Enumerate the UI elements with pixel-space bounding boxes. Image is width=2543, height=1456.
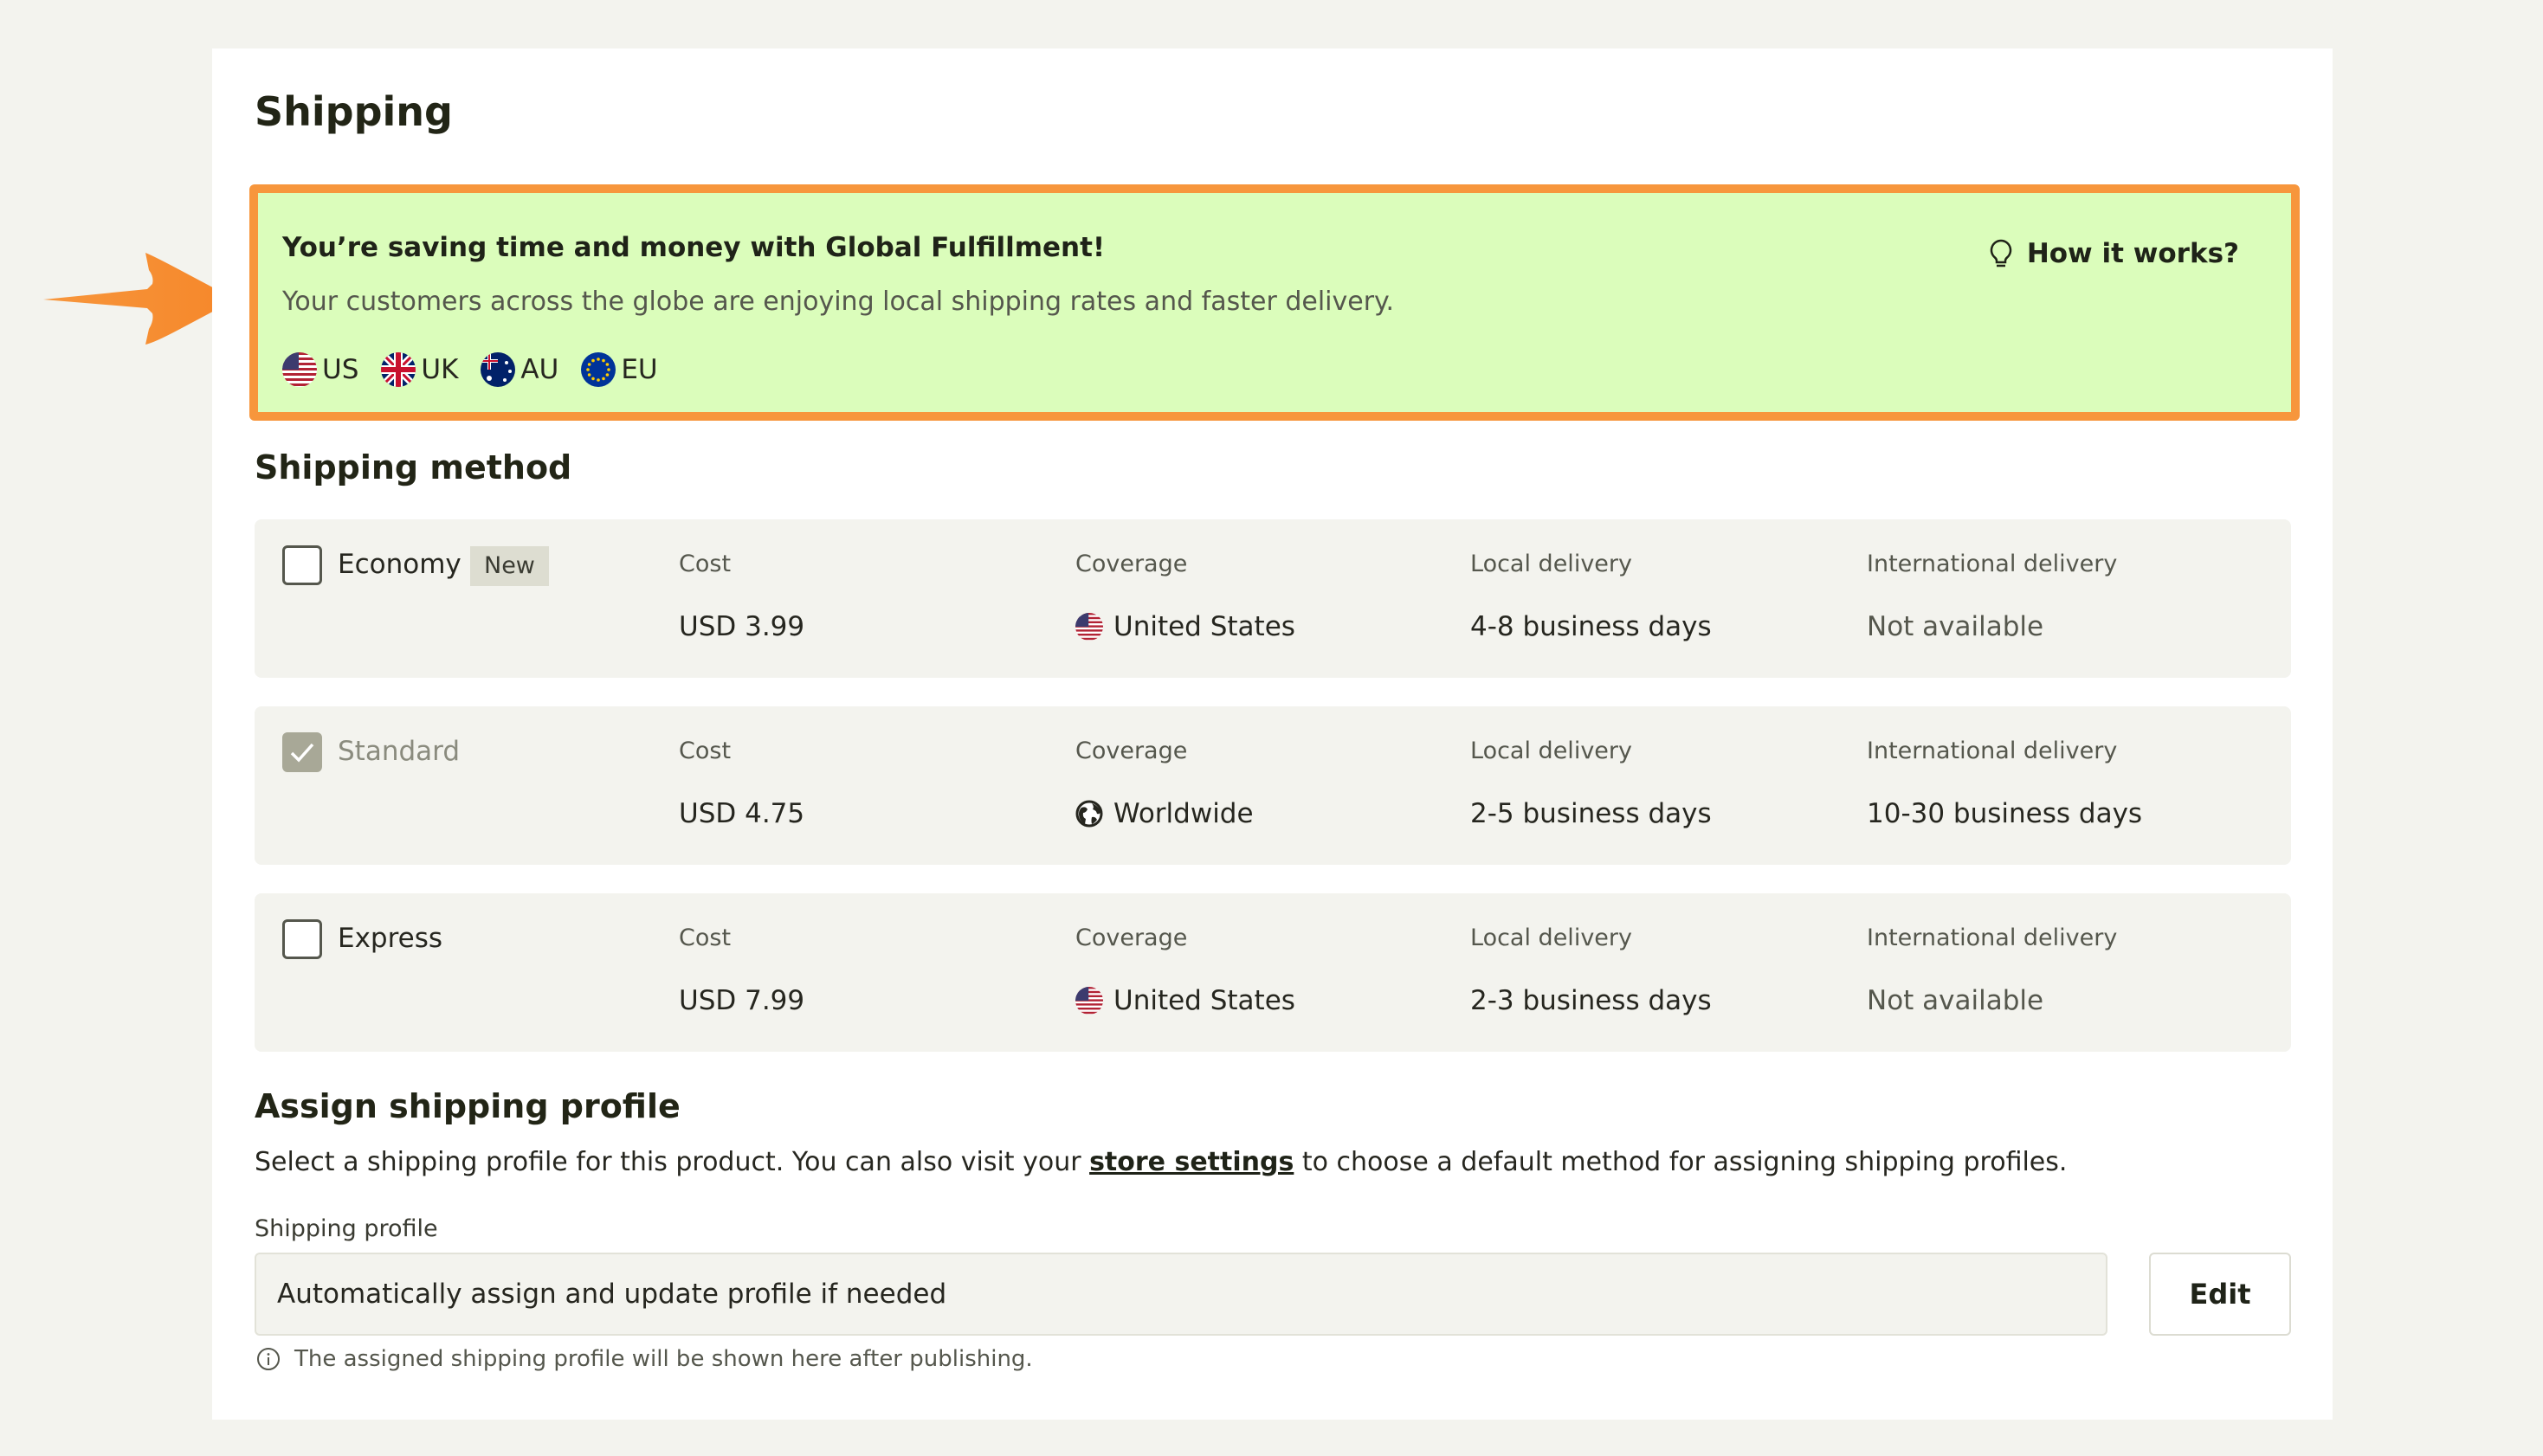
method-name: Standard bbox=[338, 736, 461, 767]
checkmark-icon bbox=[290, 743, 314, 763]
region-us: US bbox=[282, 352, 358, 387]
uk-flag-icon bbox=[381, 352, 416, 387]
shipping-profile-value: Automatically assign and update profile … bbox=[277, 1279, 947, 1310]
region-label: AU bbox=[520, 354, 559, 385]
new-badge: New bbox=[470, 546, 549, 586]
coverage-value: United States bbox=[1075, 985, 1295, 1016]
coverage-value: Worldwide bbox=[1075, 798, 1254, 829]
coverage-label: Coverage bbox=[1075, 738, 1188, 764]
globe-icon bbox=[1075, 800, 1103, 828]
local-delivery-value: 2-3 business days bbox=[1470, 985, 1712, 1016]
how-it-works-link[interactable]: How it works? bbox=[1987, 238, 2239, 269]
international-delivery-value: Not available bbox=[1867, 985, 2044, 1016]
lightbulb-icon bbox=[1990, 239, 2012, 267]
shipping-method-title: Shipping method bbox=[255, 448, 572, 486]
page-title: Shipping bbox=[255, 88, 453, 135]
banner-description: Your customers across the globe are enjo… bbox=[282, 287, 1395, 317]
method-name: Express bbox=[338, 923, 443, 954]
method-row-economy[interactable]: Economy New Cost Coverage Local delivery… bbox=[255, 519, 2291, 678]
banner-title: You’re saving time and money with Global… bbox=[282, 232, 1106, 263]
cost-value: USD 7.99 bbox=[679, 985, 805, 1016]
coverage-text: Worldwide bbox=[1113, 798, 1254, 829]
region-label: UK bbox=[421, 354, 459, 385]
coverage-text: United States bbox=[1113, 611, 1295, 642]
coverage-text: United States bbox=[1113, 985, 1295, 1016]
us-flag-icon bbox=[1075, 987, 1103, 1015]
assign-profile-title: Assign shipping profile bbox=[255, 1087, 681, 1125]
eu-flag-icon bbox=[581, 352, 616, 387]
edit-button[interactable]: Edit bbox=[2149, 1253, 2291, 1336]
local-delivery-label: Local delivery bbox=[1470, 738, 1632, 764]
shipping-profile-select[interactable]: Automatically assign and update profile … bbox=[255, 1253, 2107, 1336]
coverage-value: United States bbox=[1075, 611, 1295, 642]
region-eu: EU bbox=[581, 352, 658, 387]
info-icon bbox=[257, 1348, 280, 1370]
international-delivery-label: International delivery bbox=[1867, 924, 2118, 951]
region-label: US bbox=[322, 354, 359, 385]
local-delivery-label: Local delivery bbox=[1470, 551, 1632, 577]
region-uk: UK bbox=[381, 352, 458, 387]
cost-label: Cost bbox=[679, 924, 732, 951]
standard-checkbox[interactable] bbox=[282, 732, 322, 772]
international-delivery-label: International delivery bbox=[1867, 551, 2118, 577]
cost-value: USD 4.75 bbox=[679, 798, 805, 829]
international-delivery-value: Not available bbox=[1867, 611, 2044, 642]
economy-checkbox[interactable] bbox=[282, 545, 322, 585]
cost-label: Cost bbox=[679, 551, 732, 577]
shipping-profile-label: Shipping profile bbox=[255, 1215, 438, 1242]
global-fulfillment-banner: You’re saving time and money with Global… bbox=[249, 184, 2300, 421]
profile-desc-before: Select a shipping profile for this produ… bbox=[255, 1147, 1090, 1177]
profile-help-text: The assigned shipping profile will be sh… bbox=[256, 1346, 1033, 1372]
international-delivery-value: 10-30 business days bbox=[1867, 798, 2143, 829]
us-flag-icon bbox=[282, 352, 317, 387]
callout-arrow bbox=[43, 253, 236, 345]
store-settings-link[interactable]: store settings bbox=[1089, 1147, 1294, 1177]
coverage-label: Coverage bbox=[1075, 551, 1188, 577]
au-flag-icon bbox=[481, 352, 516, 387]
region-au: AU bbox=[481, 352, 558, 387]
how-it-works-label: How it works? bbox=[2026, 238, 2239, 269]
local-delivery-label: Local delivery bbox=[1470, 924, 1632, 951]
profile-description: Select a shipping profile for this produ… bbox=[255, 1147, 2067, 1177]
method-name: Economy bbox=[338, 549, 461, 580]
region-list: US UK AU EU bbox=[282, 352, 658, 387]
international-delivery-label: International delivery bbox=[1867, 738, 2118, 764]
local-delivery-value: 4-8 business days bbox=[1470, 611, 1712, 642]
region-label: EU bbox=[621, 354, 658, 385]
profile-desc-after: to choose a default method for assigning… bbox=[1294, 1147, 2068, 1177]
express-checkbox[interactable] bbox=[282, 919, 322, 959]
cost-value: USD 3.99 bbox=[679, 611, 805, 642]
coverage-label: Coverage bbox=[1075, 924, 1188, 951]
help-text: The assigned shipping profile will be sh… bbox=[294, 1346, 1033, 1372]
local-delivery-value: 2-5 business days bbox=[1470, 798, 1712, 829]
us-flag-icon bbox=[1075, 613, 1103, 641]
method-row-express[interactable]: Express Cost Coverage Local delivery Int… bbox=[255, 893, 2291, 1052]
method-row-standard[interactable]: Standard Cost Coverage Local delivery In… bbox=[255, 706, 2291, 865]
cost-label: Cost bbox=[679, 738, 732, 764]
